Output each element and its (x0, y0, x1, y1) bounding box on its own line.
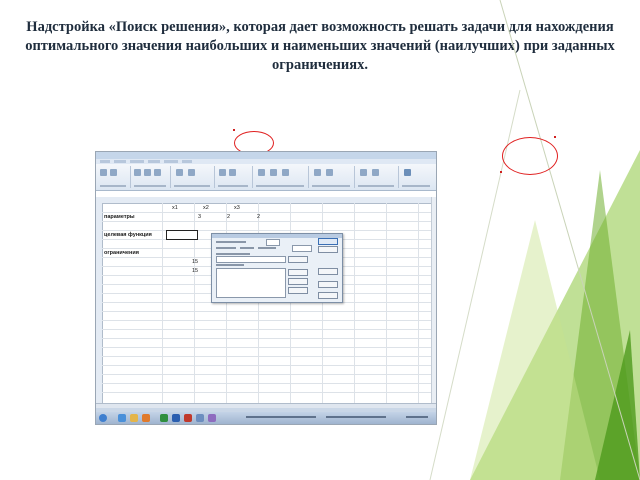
help-button[interactable] (318, 292, 338, 299)
highlight-dot (233, 129, 235, 131)
column-label-x2: x2 (203, 205, 209, 211)
ie-icon[interactable] (118, 414, 126, 422)
word-icon[interactable] (172, 414, 180, 422)
value-input[interactable] (292, 245, 312, 252)
add-button[interactable] (288, 269, 308, 276)
column-label-x3: x3 (234, 205, 240, 211)
row-label-parameters: параметры (104, 214, 135, 220)
windows-taskbar (96, 412, 436, 424)
highlight-dot (554, 136, 556, 138)
selected-cell[interactable] (166, 230, 198, 240)
row-label-objective: целевая функция (104, 232, 152, 238)
folder-icon[interactable] (130, 414, 138, 422)
constraint-value: 15 (192, 268, 199, 274)
changing-cells-input[interactable] (216, 256, 286, 263)
app-icon[interactable] (184, 414, 192, 422)
ribbon (96, 164, 436, 191)
solve-button[interactable] (318, 238, 338, 245)
constraint-value: 15 (192, 259, 199, 265)
parameter-value: 2 (227, 214, 231, 220)
guess-button[interactable] (288, 256, 308, 263)
options-button[interactable] (318, 268, 338, 275)
constraints-list[interactable] (216, 268, 286, 298)
highlight-dot (500, 171, 502, 173)
app-icon[interactable] (196, 414, 204, 422)
delete-button[interactable] (288, 287, 308, 294)
target-cell-input[interactable] (266, 239, 280, 246)
app-icon[interactable] (208, 414, 216, 422)
taskbar-text (326, 416, 386, 418)
parameter-value: 3 (198, 214, 202, 220)
parameter-value: 2 (257, 214, 261, 220)
row-label-constraints: ограничения (104, 250, 139, 256)
excel-icon[interactable] (160, 414, 168, 422)
column-label-x1: x1 (172, 205, 178, 211)
close-button[interactable] (318, 246, 338, 253)
reset-button[interactable] (318, 281, 338, 288)
media-icon[interactable] (142, 414, 150, 422)
start-button-icon[interactable] (99, 414, 107, 422)
window-titlebar (96, 152, 436, 159)
vertical-scrollbar[interactable] (431, 197, 436, 403)
change-button[interactable] (288, 278, 308, 285)
clock (406, 416, 428, 418)
solver-dialog[interactable] (211, 233, 343, 303)
highlight-circle (502, 137, 558, 175)
excel-screenshot: x1 x2 x3 параметры 3 2 2 целевая функция… (95, 151, 437, 425)
taskbar-text (246, 416, 316, 418)
